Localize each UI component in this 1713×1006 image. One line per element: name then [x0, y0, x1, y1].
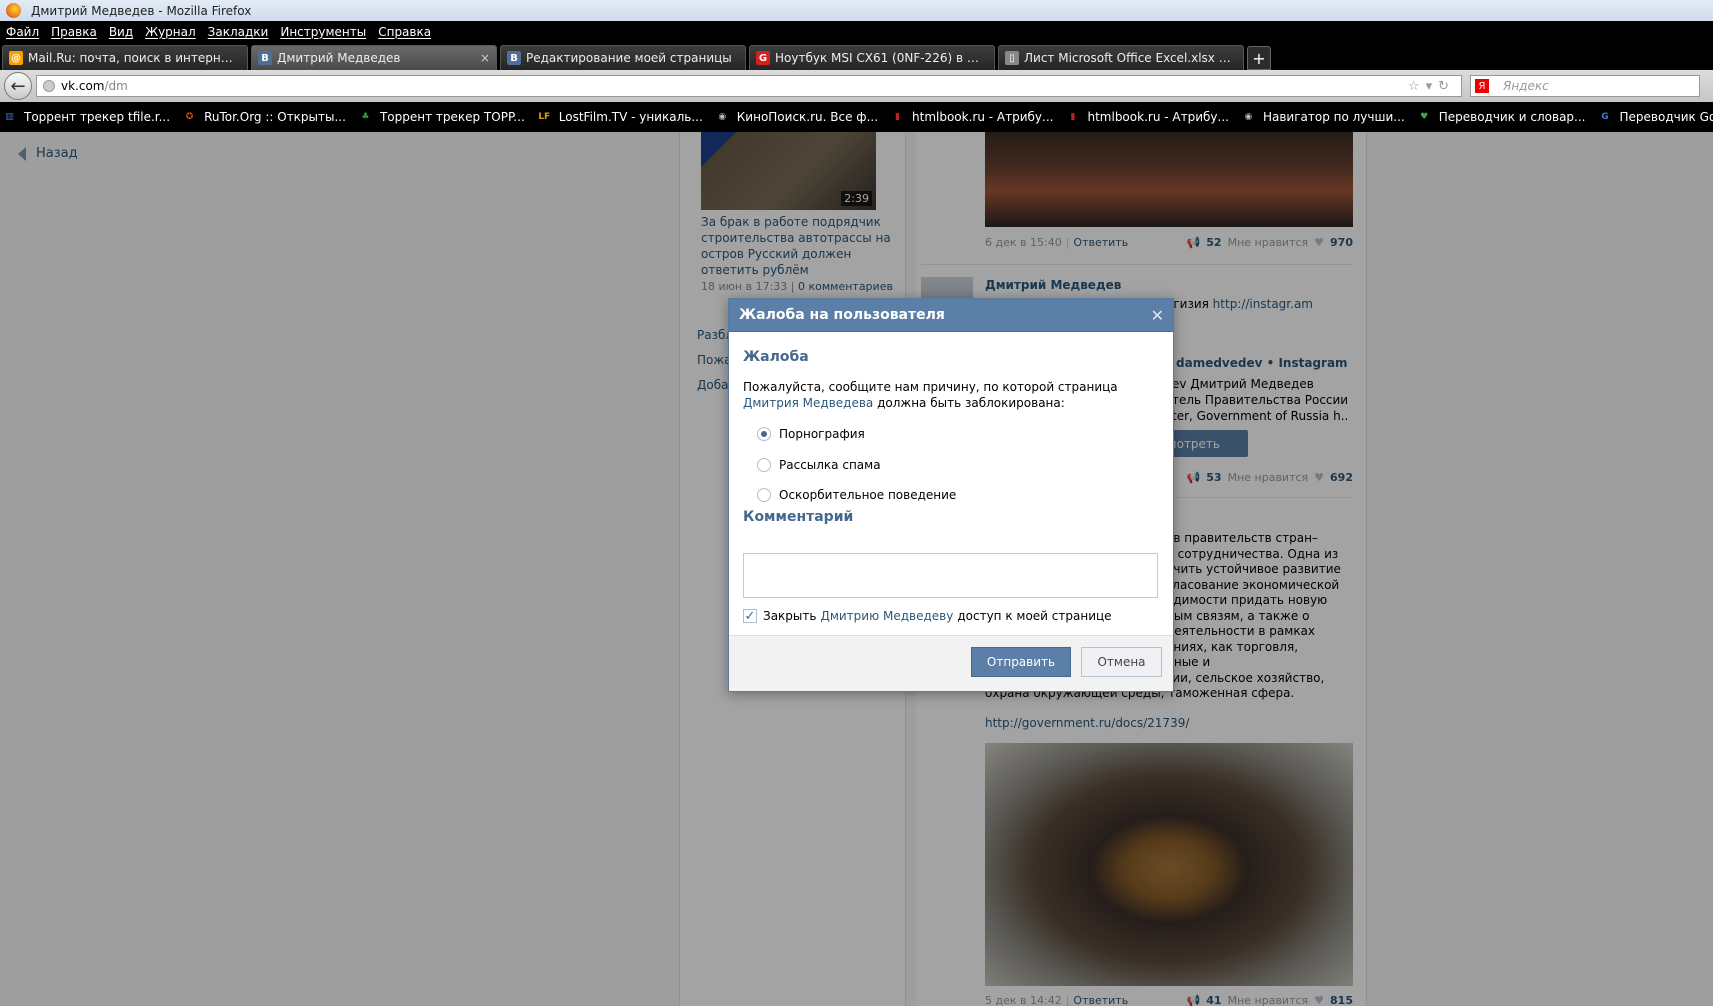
reason-radio[interactable]: Порнография	[757, 427, 865, 441]
bookmark-item[interactable]: ▮ htmlbook.ru - Атрибу...	[890, 110, 1053, 125]
bookmark-favicon-icon: ▮	[895, 112, 900, 122]
bookmark-item[interactable]: ▮ htmlbook.ru - Атрибу...	[1065, 110, 1229, 125]
menu-tools[interactable]: Инструменты	[280, 25, 366, 39]
block-user-link[interactable]: Дмитрию Медведеву	[820, 609, 953, 623]
profile-link[interactable]: Дмитрия Медведева	[743, 396, 873, 410]
bookmark-item[interactable]: G Переводчик Google	[1598, 110, 1713, 125]
site-identity-icon[interactable]	[43, 80, 55, 92]
bookmark-label: Торрент трекер TOPP...	[379, 110, 525, 124]
url-path: /dm	[104, 79, 128, 93]
radio-button-icon[interactable]	[757, 427, 771, 441]
tab-label: Лист Microsoft Office Excel.xlsx — RG...	[1024, 51, 1231, 65]
reason-radio[interactable]: Рассылка спама	[757, 457, 881, 472]
vk-icon: B	[507, 51, 521, 65]
tab-1[interactable]: B Дмитрий Медведев ×	[251, 45, 497, 70]
bookmark-label: Навигатор по лучши...	[1262, 110, 1405, 124]
radio-button-icon[interactable]	[757, 457, 771, 472]
bookmark-item[interactable]: ◉ Навигатор по лучши...	[1241, 110, 1405, 125]
navigation-toolbar: ← vk.com/dm ☆▾↻ Я Яндекс	[0, 70, 1713, 102]
bookmark-label: htmlbook.ru - Атрибу...	[1087, 110, 1229, 124]
menu-bar: Файл Правка Вид Журнал Закладки Инструме…	[0, 21, 1713, 42]
bookmark-item[interactable]: ◉ КиноПоиск.ru. Все ф...	[715, 110, 878, 125]
menu-view[interactable]: Вид	[109, 25, 133, 39]
bookmark-label: htmlbook.ru - Атрибу...	[912, 110, 1054, 124]
bookmark-label: LostFilm.TV - уникаль...	[558, 110, 703, 124]
window-title: Дмитрий Медведев - Mozilla Firefox	[31, 3, 252, 18]
vk-icon: B	[258, 51, 272, 65]
bookmark-item[interactable]: ▥ Торрент трекер tfile.r...	[2, 110, 170, 125]
bookmark-favicon-icon: ◉	[1244, 112, 1253, 122]
bookmark-star-and-reload-icons[interactable]: ☆▾↻	[1408, 79, 1455, 94]
firefox-logo-icon	[6, 3, 21, 18]
bookmarks-toolbar: ▥ Торрент трекер tfile.r... ✪ RuTor.Org :: …	[0, 102, 1713, 132]
bookmark-label: Торрент трекер tfile.r...	[24, 110, 171, 124]
report-user-dialog: Жалоба на пользователя ✕ Жалоба Пожалуйс…	[728, 298, 1174, 692]
bookmark-favicon-icon: G	[1601, 112, 1609, 122]
regard-icon: G	[756, 51, 770, 65]
bookmark-item[interactable]: ♣ Торрент трекер TOPP...	[358, 110, 525, 125]
search-placeholder: Яндекс	[1503, 79, 1549, 93]
mailru-icon: @	[9, 51, 23, 65]
document-icon: ▯	[1005, 51, 1019, 65]
radio-button-icon[interactable]	[757, 488, 771, 502]
tab-strip: @ Mail.Ru: почта, поиск в интернете, н...…	[0, 42, 1713, 70]
checkbox-checked-icon[interactable]: ✓	[743, 609, 757, 624]
url-host: vk.com	[61, 79, 105, 93]
menu-file[interactable]: Файл	[6, 25, 39, 39]
tab-0[interactable]: @ Mail.Ru: почта, поиск в интернете, н...	[2, 45, 248, 70]
bookmark-item[interactable]: ✪ RuTor.Org :: Открыты...	[182, 110, 346, 125]
bookmark-item[interactable]: LF LostFilm.TV - уникаль...	[537, 110, 703, 125]
send-button[interactable]: Отправить	[971, 647, 1071, 677]
menu-edit[interactable]: Правка	[51, 25, 97, 39]
new-tab-button[interactable]: +	[1247, 46, 1271, 70]
bookmark-favicon-icon: ▮	[1070, 112, 1076, 122]
bookmark-label: Переводчик Google	[1619, 110, 1713, 124]
reason-label: Рассылка спама	[779, 457, 881, 472]
tab-4[interactable]: ▯ Лист Microsoft Office Excel.xlsx — RG..…	[998, 45, 1244, 70]
url-bar[interactable]: vk.com/dm ☆▾↻	[36, 75, 1462, 97]
bookmark-favicon-icon: ♥	[1420, 112, 1429, 122]
tab-2[interactable]: B Редактирование моей страницы	[500, 45, 746, 70]
comment-input[interactable]	[743, 553, 1158, 598]
block-access-checkbox[interactable]: ✓ Закрыть Дмитрию Медведеву доступ к мое…	[743, 609, 1112, 624]
bookmark-label: Переводчик и словар...	[1438, 110, 1586, 124]
dialog-footer: Отправить Отмена	[729, 635, 1173, 691]
back-arrow-icon[interactable]: ←	[4, 72, 32, 100]
tab-label: Ноутбук MSI CX61 (0NF-226) в Регар...	[775, 51, 982, 65]
reason-radio[interactable]: Оскорбительное поведение	[757, 488, 956, 502]
yandex-icon[interactable]: Я	[1475, 79, 1489, 93]
tab-label: Редактирование моей страницы	[526, 51, 732, 65]
comment-section-title: Комментарий	[743, 509, 854, 525]
tab-3[interactable]: G Ноутбук MSI CX61 (0NF-226) в Регар...	[749, 45, 995, 70]
complaint-section-title: Жалоба	[743, 349, 809, 365]
reason-label: Оскорбительное поведение	[779, 488, 957, 502]
bookmark-favicon-icon: ▥	[5, 112, 14, 122]
tab-label: Mail.Ru: почта, поиск в интернете, н...	[28, 51, 235, 65]
close-icon[interactable]: ✕	[1151, 306, 1164, 325]
menu-history[interactable]: Журнал	[145, 25, 196, 39]
reason-label: Порнография	[779, 427, 865, 441]
bookmark-favicon-icon: ♣	[361, 112, 370, 122]
bookmark-label: RuTor.Org :: Открыты...	[204, 110, 346, 124]
bookmark-favicon-icon: LF	[538, 112, 551, 122]
bookmark-item[interactable]: ♥ Переводчик и словар...	[1417, 110, 1586, 125]
menu-bookmarks[interactable]: Закладки	[208, 25, 269, 39]
cancel-button[interactable]: Отмена	[1081, 647, 1162, 677]
close-tab-icon[interactable]: ×	[480, 51, 490, 65]
search-box[interactable]: Я Яндекс	[1470, 75, 1700, 97]
complaint-prompt: Пожалуйста, сообщите нам причину, по кот…	[743, 380, 1118, 410]
bookmark-favicon-icon: ◉	[718, 112, 727, 122]
dialog-header: Жалоба на пользователя ✕	[729, 299, 1173, 332]
window-titlebar: Дмитрий Медведев - Mozilla Firefox	[0, 0, 1713, 21]
bookmark-favicon-icon: ✪	[185, 112, 194, 122]
dialog-title: Жалоба на пользователя	[739, 307, 945, 323]
bookmark-label: КиноПоиск.ru. Все ф...	[736, 110, 879, 124]
menu-help[interactable]: Справка	[378, 25, 431, 39]
tab-label: Дмитрий Медведев	[277, 51, 401, 65]
